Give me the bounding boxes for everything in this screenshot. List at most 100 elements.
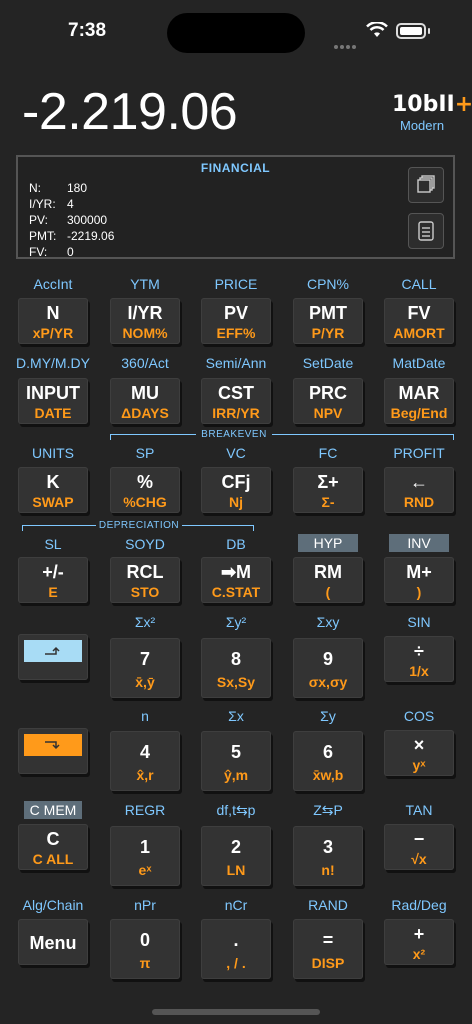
depreciation-bracket-right [253,525,254,531]
key-pv[interactable]: PV EFF% [201,298,271,344]
label-df-t-p: df,t⇆p [216,802,256,818]
label-setdate: SetDate [302,355,354,371]
key-pmt[interactable]: PMT P/YR [293,298,363,344]
label-c-mem[interactable]: C MEM [24,801,82,819]
key-3[interactable]: 3 n! [293,826,363,886]
label-z-p: Z⇆P [313,802,343,818]
label-matdate: MatDate [392,355,446,371]
cellular-signal-icon [334,36,360,49]
key-1[interactable]: 1 eˣ [110,826,180,886]
key-mar[interactable]: MAR Beg/End [384,378,454,424]
key-sigma-plus[interactable]: Σ+ Σ- [293,467,363,513]
key-rcl[interactable]: RCL STO [110,557,180,603]
key-add[interactable]: + x² [384,919,454,965]
key-divide[interactable]: ÷ 1/x [384,636,454,682]
key-rm[interactable]: RM( [293,557,363,603]
key-to-memory[interactable]: ➡M C.STAT [201,557,271,603]
key-cst[interactable]: CST IRR/YR [201,378,271,424]
label-sum-x: Σx [228,708,244,724]
label-hyp[interactable]: HYP [298,534,358,552]
label-sum-x2: Σx² [134,614,156,630]
label-soyd: SOYD [125,536,165,552]
key-menu[interactable]: Menu [18,919,88,965]
label-sl: SL [44,536,62,552]
key-0[interactable]: 0π [110,919,180,979]
label-regr: REGR [124,802,166,818]
label-sum-y2: Σy² [225,614,247,630]
shift-up-arrow-icon [45,646,60,655]
key-cfj[interactable]: CFj Nj [201,467,271,513]
key-k[interactable]: K SWAP [18,467,88,513]
logo-text: 10bII [392,92,455,117]
app-logo: 10bII+ [392,92,472,117]
key-7[interactable]: 7 x̄,ȳ [110,638,180,698]
panel-row-pmt: PMT: -2219.06 [29,229,115,243]
key-8[interactable]: 8 Sx,Sy [201,638,271,698]
wifi-icon [366,21,388,43]
key-subtract[interactable]: − √x [384,824,454,870]
key-5[interactable]: 5 ŷ,m [201,731,271,791]
label-accint: AccInt [33,276,73,292]
label-ytm: YTM [130,276,160,292]
key-backspace[interactable]: ← RND [384,467,454,513]
logo-plus: + [454,92,472,117]
label-units: UNITS [32,445,74,461]
battery-tip [428,28,430,34]
key-9[interactable]: 9 σx,σy [293,638,363,698]
panel-row-n: N: 180 [29,181,88,195]
group-breakeven: BREAKEVEN [201,429,267,440]
label-sum-xy: Σxy [316,614,340,630]
tape-notes-button[interactable] [408,213,444,249]
logo-subtitle: Modern [400,118,445,133]
breakeven-bracket-right [453,434,454,440]
status-time: 7:38 [68,20,107,41]
label-price: PRICE [214,276,258,292]
key-decimal[interactable]: ., / . [201,919,271,979]
key-equals[interactable]: = DISP [293,919,363,979]
key-n[interactable]: NxP/YR [18,298,88,344]
label-tan: TAN [405,802,433,818]
label-db: DB [226,536,246,552]
dynamic-island [167,13,305,53]
panel-row-pv: PV: 300000 [29,213,108,227]
key-plus-minus[interactable]: +/- E [18,557,88,603]
label-semiann: Semi/Ann [205,355,267,371]
label-inv[interactable]: INV [389,534,449,552]
key-c[interactable]: CC ALL [18,824,88,870]
panel-title: FINANCIAL [200,161,271,175]
key-fv[interactable]: FV AMORT [384,298,454,344]
key-input[interactable]: INPUT DATE [18,378,88,424]
key-shift-orange[interactable] [18,728,88,774]
home-indicator[interactable] [152,1009,320,1015]
key-prc[interactable]: PRC NPV [293,378,363,424]
layers-icon [417,175,435,193]
label-360act: 360/Act [121,355,169,371]
label-cos: COS [403,708,435,724]
key-m-plus[interactable]: M+) [384,557,454,603]
key-multiply[interactable]: × yˣ [384,730,454,776]
battery-icon [396,23,426,39]
key-mu[interactable]: MU ΔDAYS [110,378,180,424]
key-iyr[interactable]: I/YR NOM% [110,298,180,344]
depreciation-line-right [182,525,254,526]
panel-row-iyr: I/YR: 4 [29,197,74,211]
stack-view-button[interactable] [408,167,444,203]
main-display-value: -2.219.06 [22,83,238,141]
label-date-format: D.MY/M.DY [16,355,90,371]
key-2[interactable]: 2 LN [201,826,271,886]
financial-panel: FINANCIAL N: 180 I/YR: 4 PV: 300000 PMT: -22… [16,155,455,259]
key-4[interactable]: 4 x̂,r [110,731,180,791]
panel-row-fv: FV: 0 [29,245,74,259]
label-npr: nPr [134,897,156,913]
breakeven-line-left [110,434,196,435]
label-cpn: CPN% [306,276,349,292]
label-vc: VC [226,445,246,461]
key-shift-blue[interactable] [18,634,88,680]
label-n-count: n [141,708,149,724]
label-rand: RAND [308,897,348,913]
key-6[interactable]: 6 x̄w,b [293,731,363,791]
shift-down-arrow-icon [45,741,60,750]
key-percent[interactable]: % %CHG [110,467,180,513]
label-profit: PROFIT [393,445,445,461]
breakeven-line-right [272,434,454,435]
